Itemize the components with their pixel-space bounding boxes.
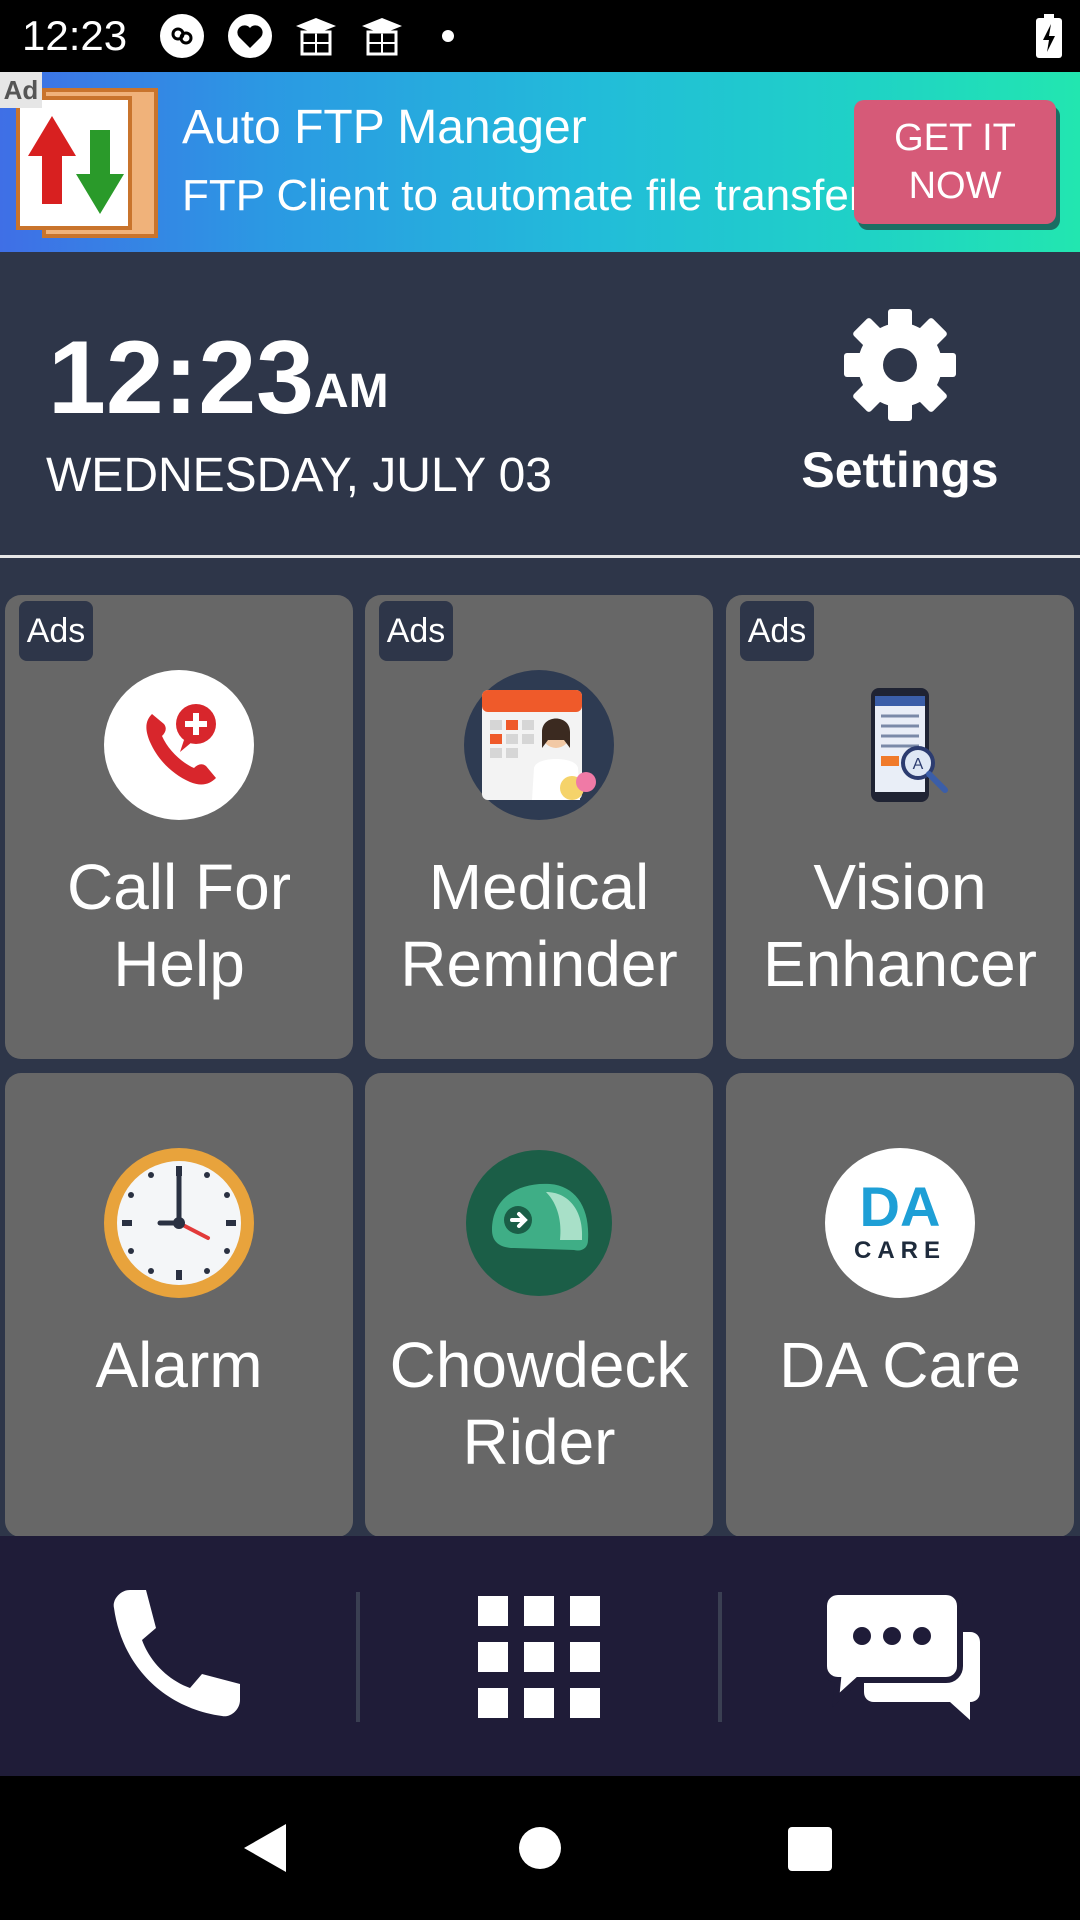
graduation-cap-icon: [296, 18, 336, 56]
ad-cta-button[interactable]: GET IT NOW: [854, 100, 1056, 224]
ad-cta-line2: NOW: [908, 165, 1002, 207]
tile-label: Chowdeck Rider: [365, 1327, 713, 1481]
recents-icon: [788, 1827, 832, 1871]
tile-alarm[interactable]: Alarm: [5, 1073, 353, 1537]
vision-enhancer-icon: A: [871, 688, 948, 802]
tile-chowdeck-rider[interactable]: Chowdeck Rider: [365, 1073, 713, 1537]
status-time: 12:23: [22, 12, 128, 59]
settings-label: Settings: [801, 442, 999, 498]
alarm-clock-icon: [104, 1148, 254, 1298]
battery-charging-icon: [1036, 14, 1062, 58]
ads-badge: Ads: [19, 601, 93, 661]
heart-app-icon: [228, 14, 272, 58]
notification-app-icon: [160, 14, 204, 58]
tile-label-line2: Enhancer: [763, 928, 1037, 1000]
tile-label-line1: Vision: [813, 851, 987, 923]
tile-label-line1: Call For: [66, 851, 292, 923]
status-bar: 12:23: [0, 0, 1080, 72]
ad-subtitle: FTP Client to automate file transfer: [182, 171, 864, 220]
settings-button[interactable]: Settings: [780, 305, 1020, 515]
home-button[interactable]: [440, 1776, 640, 1920]
dock-separator: [356, 1592, 360, 1722]
messages-icon: [824, 1592, 980, 1720]
call-for-help-icon: [104, 670, 254, 820]
tile-label-line1: Chowdeck: [389, 1329, 689, 1401]
gear-icon: [844, 309, 956, 421]
back-icon: [244, 1824, 286, 1872]
recents-button[interactable]: [709, 1776, 909, 1920]
clock-ampm: AM: [314, 365, 389, 418]
ads-badge: Ads: [740, 601, 814, 661]
tile-label-line2: Reminder: [400, 928, 678, 1000]
tile-label-line1: DA Care: [779, 1329, 1021, 1401]
app-grid-icon: [478, 1596, 600, 1718]
ads-badge: Ads: [379, 601, 453, 661]
app-drawer-button[interactable]: [362, 1536, 718, 1776]
messages-button[interactable]: [724, 1536, 1080, 1776]
header-divider: [0, 555, 1080, 558]
da-logo-text: DA: [860, 1175, 941, 1238]
dot-icon: [442, 30, 454, 42]
phone-button[interactable]: [0, 1536, 356, 1776]
tile-label-line2: Rider: [462, 1406, 616, 1478]
tile-label: Vision Enhancer: [726, 849, 1074, 1003]
tile-label-line2: Help: [113, 928, 245, 1000]
medical-reminder-icon: [464, 670, 614, 820]
bottom-dock: [0, 1536, 1080, 1776]
clock-time[interactable]: 12:23: [48, 318, 314, 438]
da-care-logo-icon: DA CARE: [825, 1148, 975, 1298]
svg-text:A: A: [913, 756, 924, 773]
graduation-cap-icon: [362, 18, 402, 56]
phone-icon: [113, 1590, 240, 1717]
tile-label: Medical Reminder: [365, 849, 713, 1003]
ad-cta-line1: GET IT: [894, 117, 1016, 159]
ad-tag: Ad: [0, 72, 42, 108]
tile-label-line1: Medical: [428, 851, 650, 923]
ftp-manager-logo-icon: [16, 88, 158, 238]
dock-separator: [718, 1592, 722, 1722]
tile-label: Call For Help: [5, 849, 353, 1003]
ad-title: Auto FTP Manager: [182, 101, 587, 154]
back-button[interactable]: [166, 1776, 366, 1920]
tile-label-line1: Alarm: [95, 1329, 263, 1401]
tile-call-for-help[interactable]: Ads Call For Help: [5, 595, 353, 1059]
chowdeck-helmet-icon: [466, 1150, 612, 1296]
clock-date: WEDNESDAY, JULY 03: [46, 449, 552, 502]
care-logo-text: CARE: [854, 1237, 946, 1264]
home-icon: [519, 1827, 561, 1869]
tile-medical-reminder[interactable]: Ads Medical Reminder: [365, 595, 713, 1059]
navigation-bar: [0, 1776, 1080, 1920]
ad-banner[interactable]: Ad Auto FTP Manager FTP Client to automa…: [0, 72, 1080, 252]
tile-da-care[interactable]: DA CARE DA Care: [726, 1073, 1074, 1537]
tile-label: Alarm: [5, 1327, 353, 1404]
tile-label: DA Care: [726, 1327, 1074, 1404]
tile-vision-enhancer[interactable]: Ads A Vision Enhancer: [726, 595, 1074, 1059]
